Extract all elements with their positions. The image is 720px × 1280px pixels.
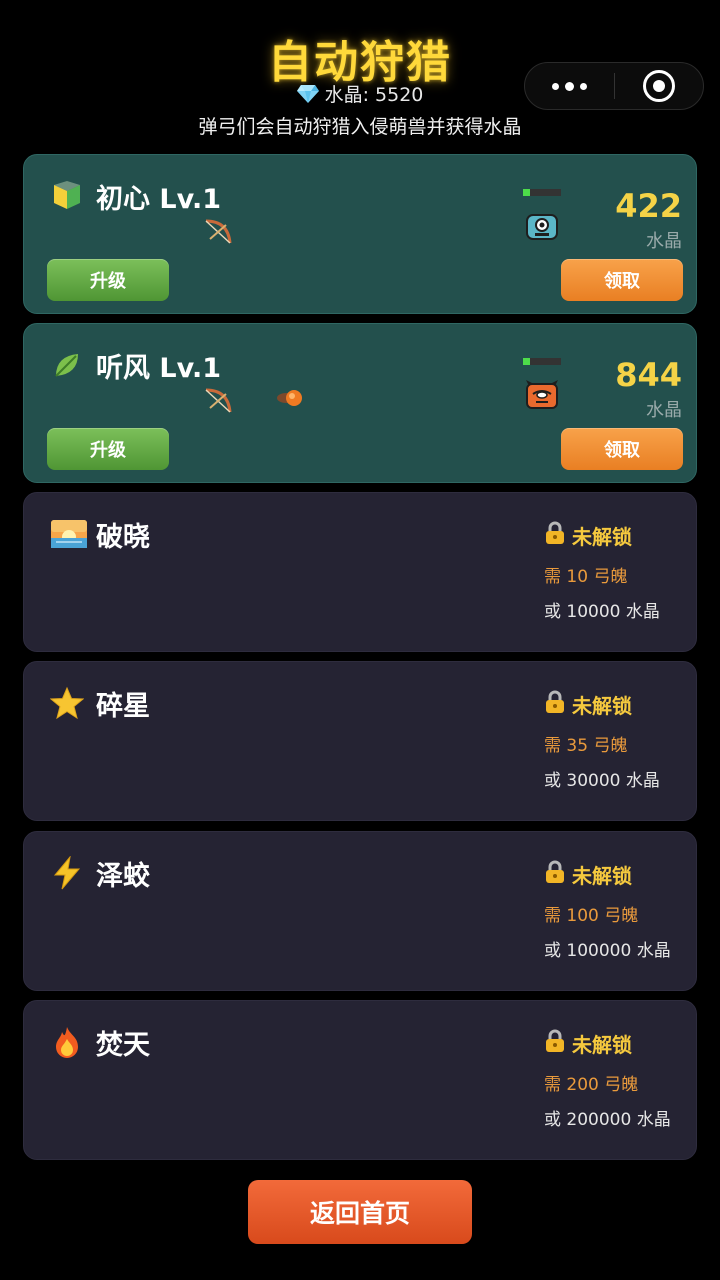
slot-name: 碎星 (96, 691, 150, 722)
upgrade-button[interactable]: 升级 (47, 259, 169, 301)
orange-monster-icon (524, 380, 560, 412)
claim-button[interactable]: 领取 (561, 259, 683, 301)
more-dots-icon[interactable] (525, 63, 614, 109)
sunrise-icon (50, 517, 87, 551)
unlock-alternative: 或 200000 水晶 (544, 1110, 671, 1130)
projectile-icon (274, 388, 306, 408)
unlock-alternative: 或 100000 水晶 (544, 941, 671, 961)
locked-slot-card[interactable]: 破晓 未解锁 需 10 弓魄 或 10000 水晶 (23, 492, 697, 652)
unlock-info: 未解锁 需 200 弓魄 或 200000 水晶 (544, 1029, 694, 1130)
page-subtitle: 弹弓们会自动狩猎入侵萌兽并获得水晶 (198, 116, 522, 138)
lock-status: 未解锁 (572, 694, 632, 718)
lightning-icon (50, 855, 84, 890)
bow-icon (202, 386, 234, 416)
upgrade-button[interactable]: 升级 (47, 428, 169, 470)
slot-name: 听风 Lv.1 (96, 353, 222, 384)
beginner-badge-icon (50, 179, 84, 213)
monster-hp-bar (523, 189, 561, 196)
unlock-info: 未解锁 需 35 弓魄 或 30000 水晶 (544, 690, 694, 791)
lock-icon (544, 690, 566, 719)
locked-slot-card[interactable]: 碎星 未解锁 需 35 弓魄 或 30000 水晶 (23, 661, 697, 821)
bow-icon (202, 217, 234, 247)
diamond-icon (296, 84, 319, 109)
star-icon (49, 686, 85, 720)
leaf-icon (50, 348, 84, 382)
unlock-requirement: 需 10 弓魄 (544, 567, 628, 587)
crystal-unit: 水晶 (646, 231, 682, 252)
locked-slot-card[interactable]: 泽蛟 未解锁 需 100 弓魄 或 100000 水晶 (23, 831, 697, 991)
unlock-requirement: 需 200 弓魄 (544, 1075, 639, 1095)
lock-status: 未解锁 (572, 864, 632, 888)
crystal-unit: 水晶 (646, 400, 682, 421)
unlock-requirement: 需 35 弓魄 (544, 736, 628, 756)
lock-status: 未解锁 (572, 525, 632, 549)
claim-button[interactable]: 领取 (561, 428, 683, 470)
unlock-alternative: 或 10000 水晶 (544, 602, 660, 622)
slot-name: 初心 Lv.1 (96, 184, 222, 215)
lock-status: 未解锁 (572, 1033, 632, 1057)
hunter-slot-card: 听风 Lv.1 844 水晶 升级 领取 (23, 323, 697, 483)
unlock-info: 未解锁 需 100 弓魄 或 100000 水晶 (544, 860, 694, 961)
lock-icon (544, 1029, 566, 1058)
slot-name: 焚天 (96, 1030, 150, 1061)
monster-hp-bar (523, 358, 561, 365)
back-home-button[interactable]: 返回首页 (248, 1180, 472, 1244)
target-circle-icon[interactable] (615, 63, 703, 109)
crystal-balance-label: 水晶: 5520 (324, 84, 424, 106)
fire-icon (50, 1025, 84, 1059)
locked-slot-card[interactable]: 焚天 未解锁 需 200 弓魄 或 200000 水晶 (23, 1000, 697, 1160)
slot-name: 破晓 (96, 522, 150, 553)
lock-icon (544, 521, 566, 550)
unlock-info: 未解锁 需 10 弓魄 或 10000 水晶 (544, 521, 694, 622)
unlock-alternative: 或 30000 水晶 (544, 771, 660, 791)
hunter-slot-card: 初心 Lv.1 422 水晶 升级 领取 (23, 154, 697, 314)
miniprogram-capsule (524, 62, 704, 110)
lock-icon (544, 860, 566, 889)
unlock-requirement: 需 100 弓魄 (544, 906, 639, 926)
crystal-count: 422 (615, 187, 682, 225)
slot-name: 泽蛟 (96, 861, 150, 892)
blue-monster-icon (524, 211, 560, 243)
crystal-count: 844 (615, 356, 682, 394)
